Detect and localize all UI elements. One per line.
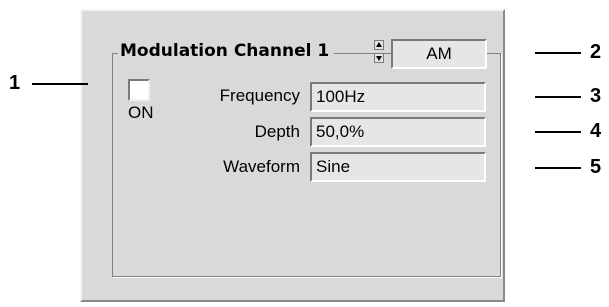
mode-spinner[interactable] (372, 40, 386, 64)
depth-field[interactable]: 50,0% (310, 117, 486, 147)
callout-number-2: 2 (590, 41, 602, 63)
callout-number-3: 3 (590, 85, 602, 107)
frequency-field[interactable]: 100Hz (310, 82, 486, 112)
callout-line-3 (535, 96, 581, 98)
group-title: Modulation Channel 1 (118, 38, 335, 64)
on-checkbox[interactable] (128, 79, 150, 101)
callout-number-4: 4 (590, 120, 602, 142)
waveform-field[interactable]: Sine (310, 152, 486, 182)
callout-line-4 (535, 131, 581, 133)
callout-line-5 (535, 167, 581, 169)
depth-label: Depth (254, 122, 300, 141)
spinner-down-arrow-icon[interactable] (374, 53, 384, 63)
callout-number-1: 1 (9, 72, 21, 94)
callout-number-5: 5 (590, 156, 602, 178)
spinner-up-arrow-icon[interactable] (374, 40, 384, 50)
modulation-mode-display[interactable]: AM (391, 39, 487, 69)
on-checkbox-label: ON (128, 103, 154, 122)
callout-line-1 (32, 83, 88, 85)
waveform-label: Waveform (223, 157, 300, 176)
callout-line-2 (535, 52, 581, 54)
frequency-label: Frequency (219, 86, 300, 105)
